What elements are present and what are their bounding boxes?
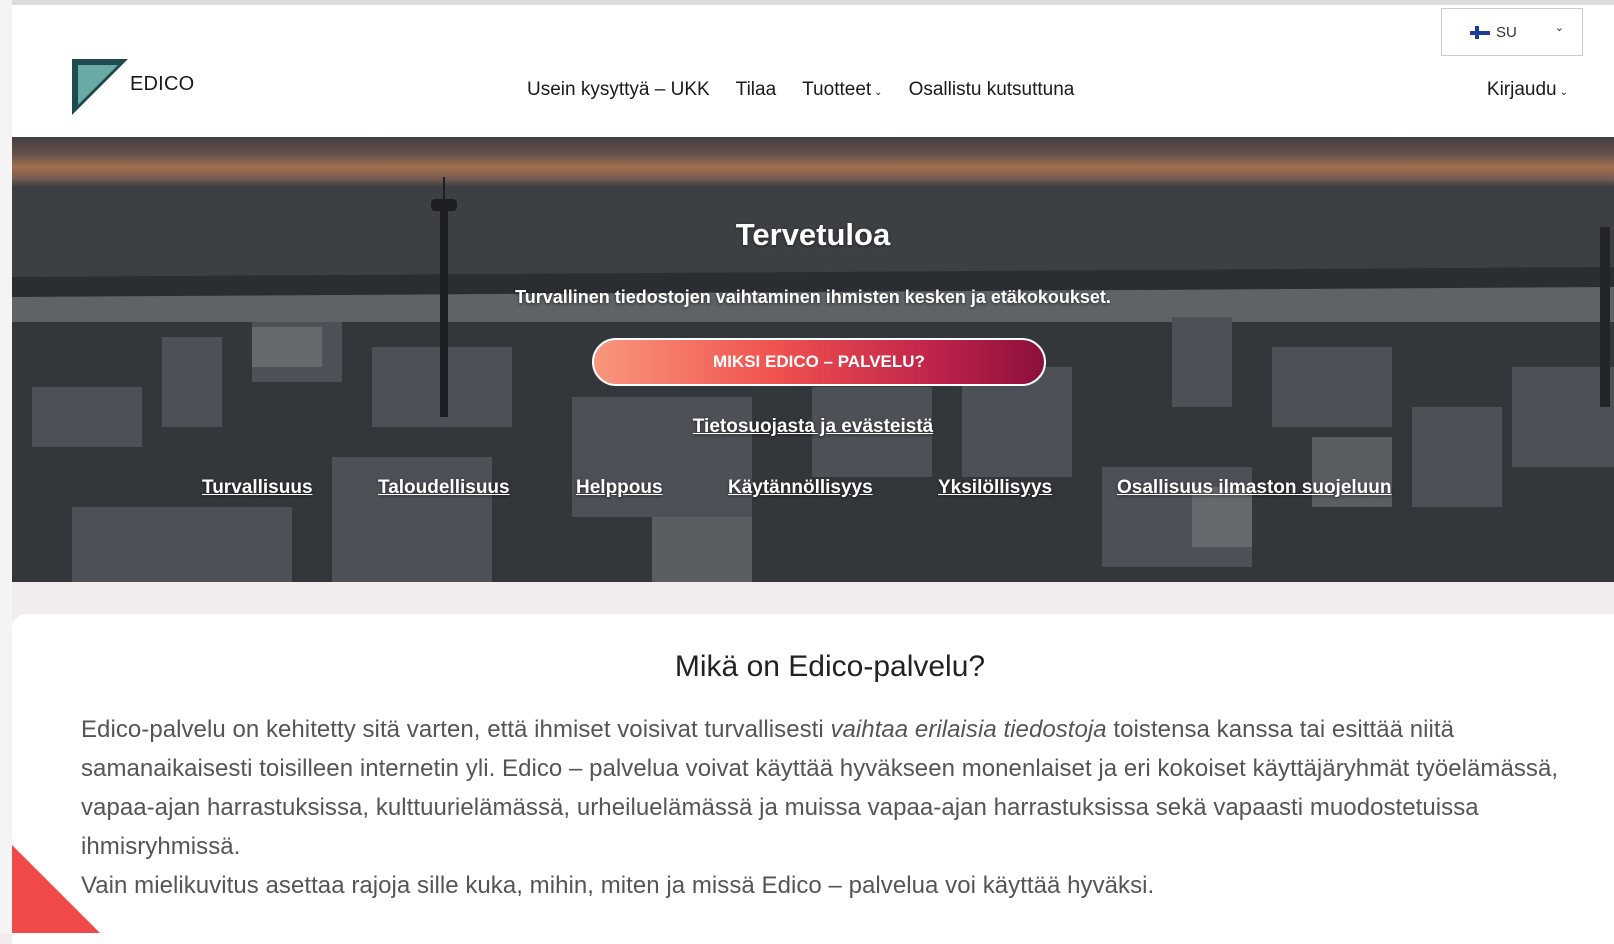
privacy-cookies-link[interactable]: Tietosuojasta ja evästeistä (693, 416, 933, 437)
corner-accent (12, 845, 100, 933)
about-section: Mikä on Edico-palvelu? Edico-palvelu on … (12, 614, 1614, 944)
nav-item-faq[interactable]: Usein kysyttyä – UKK (527, 79, 710, 101)
hero-title: Tervetuloa (735, 217, 891, 252)
main-nav: Usein kysyttyä – UKK Tilaa Tuotteet ⌄ Os… (527, 79, 1100, 101)
about-text: Edico-palvelu on kehitetty sitä varten, … (81, 710, 1561, 905)
logo-text: EDICO (130, 72, 195, 95)
edico-logo-icon (72, 59, 128, 115)
paragraph-2: Vain mielikuvitus asettaa rajoja sille k… (81, 872, 1155, 899)
logo[interactable]: EDICO (72, 59, 194, 115)
chevron-down-icon: ⌄ (874, 86, 883, 98)
site-header: EDICO Usein kysyttyä – UKK Tilaa Tuottee… (12, 5, 1614, 137)
language-selector[interactable]: SU ⌄ (1441, 8, 1583, 56)
feature-link-climate[interactable]: Osallisuus ilmaston suojeluun (1117, 477, 1392, 499)
nav-item-label: Tilaa (735, 79, 777, 100)
language-code: SU (1496, 23, 1517, 41)
chevron-down-icon: ⌄ (1559, 86, 1568, 98)
paragraph-1-emphasis: vaihtaa erilaisia tiedostoja (830, 716, 1107, 743)
section-title: Mikä on Edico-palvelu? (674, 650, 986, 683)
login-label: Kirjaudu (1486, 79, 1557, 100)
nav-item-label: Osallistu kutsuttuna (908, 79, 1075, 100)
nav-item-order[interactable]: Tilaa (736, 79, 776, 101)
nav-item-join-invited[interactable]: Osallistu kutsuttuna (909, 79, 1075, 101)
privacy-link-wrap: Tietosuojasta ja evästeistä (12, 416, 1614, 438)
feature-link-practicality[interactable]: Käytännöllisyys (728, 477, 873, 499)
feature-link-economy[interactable]: Taloudellisuus (378, 477, 510, 499)
feature-link-security[interactable]: Turvallisuus (202, 477, 313, 499)
page-left-edge (0, 0, 12, 933)
chevron-down-icon: ⌄ (1554, 22, 1564, 34)
nav-item-products[interactable]: Tuotteet ⌄ (802, 79, 882, 101)
finland-flag-icon (1470, 25, 1490, 39)
feature-link-individuality[interactable]: Yksilöllisyys (938, 477, 1052, 499)
why-edico-button[interactable]: MIKSI EDICO – PALVELU? (592, 338, 1046, 386)
hero-banner: Tervetuloa Turvallinen tiedostojen vaiht… (12, 137, 1614, 582)
nav-item-label: Tuotteet (802, 79, 872, 100)
nav-item-label: Usein kysyttyä – UKK (527, 79, 710, 100)
paragraph-1-start: Edico-palvelu on kehitetty sitä varten, … (81, 716, 831, 743)
feature-link-ease[interactable]: Helppous (576, 477, 663, 499)
login-menu[interactable]: Kirjaudu ⌄ (1487, 79, 1568, 101)
hero-subtitle: Turvallinen tiedostojen vaihtaminen ihmi… (515, 287, 1111, 307)
